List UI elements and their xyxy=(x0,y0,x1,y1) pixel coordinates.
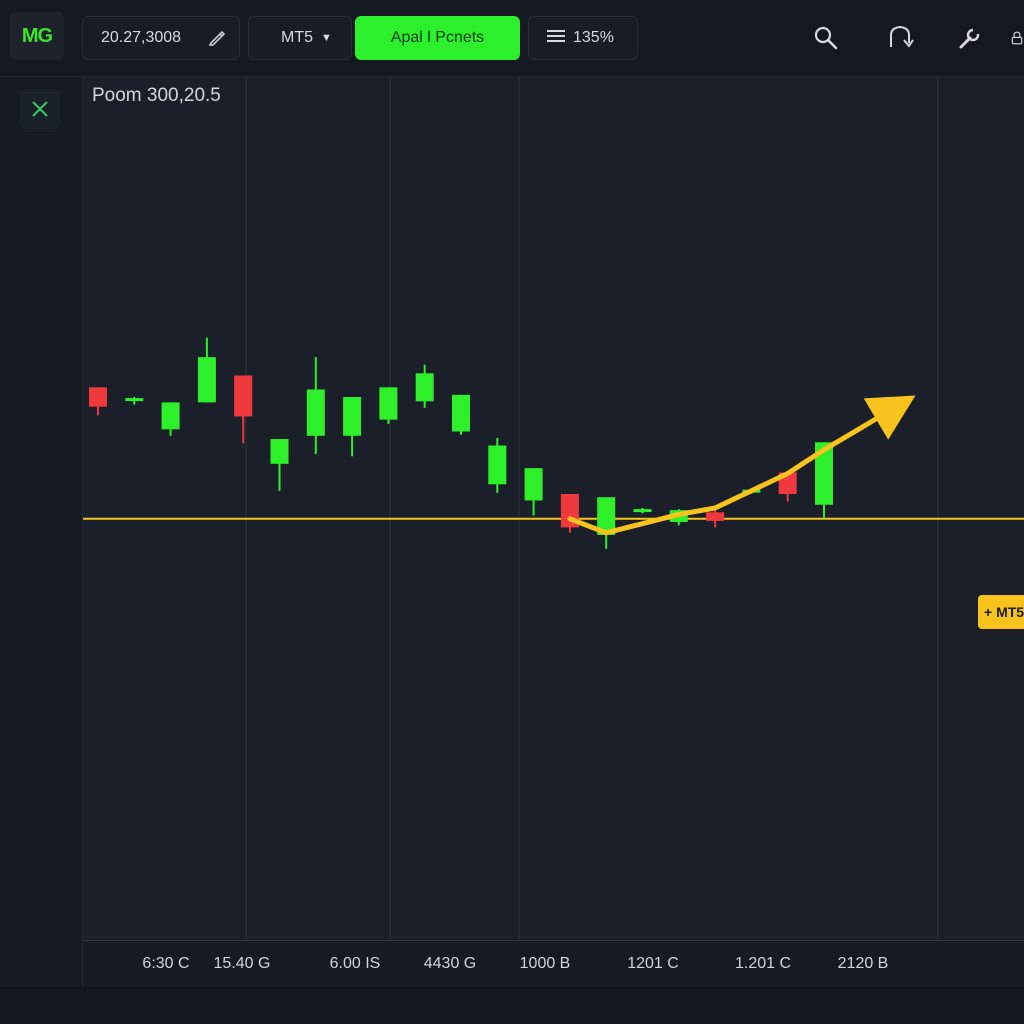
x-tick-label: 4430 G xyxy=(423,955,477,972)
candle-body xyxy=(125,398,144,402)
candle[interactable] xyxy=(379,387,398,424)
candle[interactable] xyxy=(270,439,289,491)
candle[interactable] xyxy=(706,510,725,528)
candle-body xyxy=(234,375,253,417)
candle-body xyxy=(488,445,507,485)
candle[interactable] xyxy=(488,437,507,493)
candle-body xyxy=(415,373,434,402)
price-tag[interactable]: + MT5 xyxy=(978,595,1024,629)
lock-icon[interactable] xyxy=(1010,20,1024,56)
action-button[interactable]: Apal l Pcnets xyxy=(355,16,520,60)
date-value: 20.27,3008 xyxy=(101,29,182,46)
candle[interactable] xyxy=(161,402,180,436)
candle-body xyxy=(706,512,725,521)
candle[interactable] xyxy=(415,364,434,408)
candle-body xyxy=(197,357,216,403)
symbol-select[interactable]: MT5 ▼ xyxy=(248,16,352,60)
candle[interactable] xyxy=(452,394,470,435)
candle[interactable] xyxy=(597,497,616,549)
x-tick-label: 1201 C xyxy=(627,955,679,972)
x-tick-label: 1000 B xyxy=(519,955,571,972)
bottom-strip xyxy=(0,987,1024,1024)
candle-body xyxy=(89,387,107,407)
left-rail xyxy=(0,77,83,987)
chevron-down-icon: ▼ xyxy=(321,32,332,44)
candle[interactable] xyxy=(125,397,144,405)
chart-panel[interactable]: Poom 300,20.5 xyxy=(83,77,1024,939)
top-toolbar: MG 20.27,3008 MT5 ▼ Apal l Pcnets 135% xyxy=(0,0,1024,77)
x-tick-label: 1.201 C xyxy=(734,955,792,972)
candle[interactable] xyxy=(560,493,579,533)
chart-label: Poom 300,20.5 xyxy=(92,85,221,106)
candle[interactable] xyxy=(89,387,107,416)
date-field[interactable]: 20.27,3008 xyxy=(82,16,240,60)
x-tick-label: 15.40 G xyxy=(213,955,271,972)
candle[interactable] xyxy=(234,375,253,444)
candle-body xyxy=(343,397,362,436)
candlestick-chart[interactable] xyxy=(83,77,1024,939)
candle-body xyxy=(306,389,325,436)
trend-arrowhead xyxy=(863,395,916,440)
x-tick-label: 6.00 IS xyxy=(329,955,381,972)
candle[interactable] xyxy=(343,397,362,457)
x-tick-label: 2120 B xyxy=(837,955,889,972)
zoom-control[interactable]: 135% xyxy=(528,16,638,60)
candle-body xyxy=(452,394,470,432)
trading-app: MG 20.27,3008 MT5 ▼ Apal l Pcnets 135% P… xyxy=(0,0,1024,1024)
search-icon[interactable] xyxy=(808,20,844,56)
refresh-icon[interactable] xyxy=(882,20,918,56)
x-axis: 6:30 C 15.40 G 6.00 IS 4430 G 1000 B 1201 C 1.… xyxy=(83,940,1024,987)
edit-icon[interactable] xyxy=(207,28,227,53)
candle-body xyxy=(379,387,398,420)
trend-arrow-line[interactable] xyxy=(567,404,900,536)
app-logo[interactable]: MG xyxy=(10,12,64,60)
candle[interactable] xyxy=(633,508,652,514)
candle[interactable] xyxy=(524,468,543,516)
candle[interactable] xyxy=(197,337,216,403)
candle-body xyxy=(633,509,652,513)
menu-icon xyxy=(547,29,565,48)
symbol-value: MT5 xyxy=(281,29,313,46)
candle-body xyxy=(270,439,289,464)
x-tick-label: 6:30 C xyxy=(142,955,190,972)
candle-body xyxy=(524,468,543,501)
candle-body xyxy=(161,402,180,430)
wrench-icon[interactable] xyxy=(952,20,988,56)
candle[interactable] xyxy=(306,357,325,455)
zoom-value: 135% xyxy=(573,29,614,46)
close-icon[interactable] xyxy=(20,89,60,129)
